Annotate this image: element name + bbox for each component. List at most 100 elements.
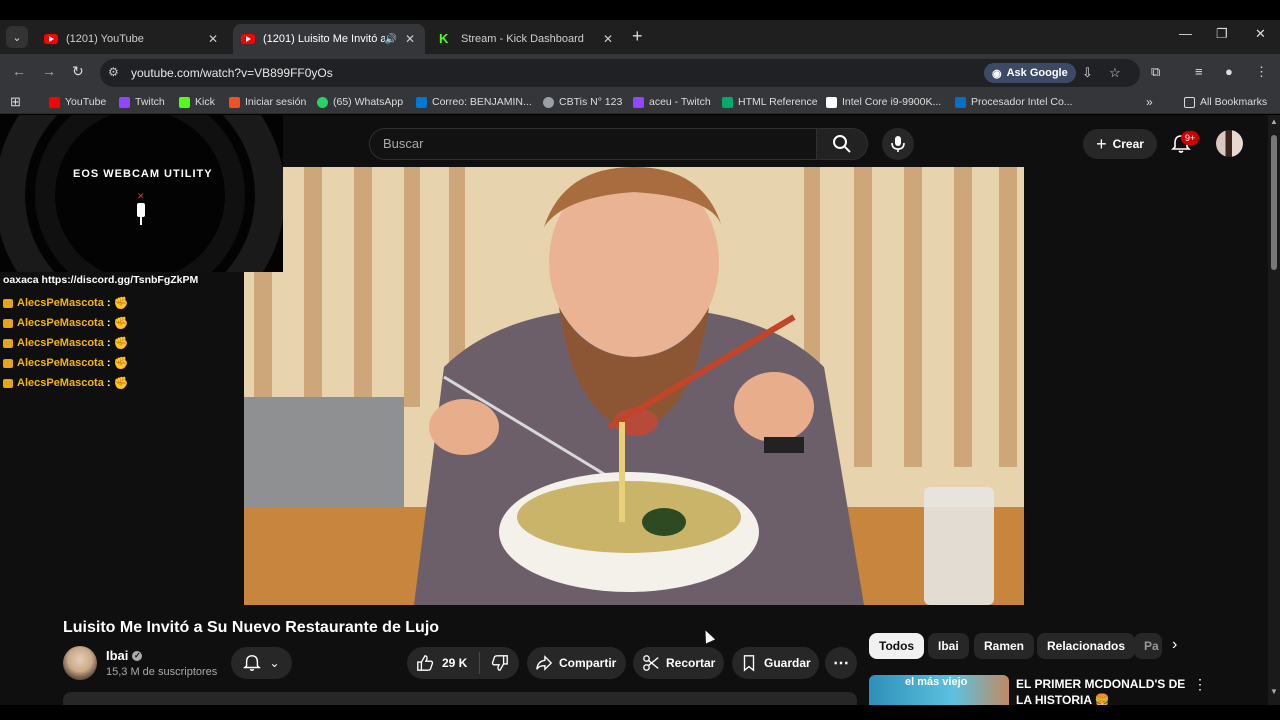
bookmark-cbtis[interactable]: CBTis N° 123 xyxy=(543,96,622,108)
share-label: Compartir xyxy=(559,656,617,670)
chip-partial[interactable]: Pa xyxy=(1134,633,1162,659)
tab-video[interactable]: (1201) Luisito Me Invitó a Su 🔊 ✕ xyxy=(233,24,425,54)
close-window-icon[interactable]: ✕ xyxy=(1255,26,1266,42)
site-info-icon[interactable]: ⚙ xyxy=(108,65,119,79)
twitch-icon xyxy=(119,96,130,108)
account-avatar[interactable] xyxy=(1216,130,1243,157)
reload-icon[interactable]: ↻ xyxy=(72,63,84,80)
bookmark-star-icon[interactable]: ☆ xyxy=(1109,65,1121,81)
webcam-overlay: EOS WEBCAM UTILITY ✕ xyxy=(0,115,283,272)
kick-badge-icon xyxy=(3,358,13,368)
close-icon[interactable]: ✕ xyxy=(206,32,220,46)
profile-icon[interactable]: ● xyxy=(1225,64,1233,79)
tab-kick-dashboard[interactable]: K Stream - Kick Dashboard ✕ xyxy=(431,24,623,54)
all-bookmarks[interactable]: All Bookmarks xyxy=(1184,96,1267,108)
bookmark-aceu-twitch[interactable]: aceu - Twitch xyxy=(633,96,711,108)
bookmark-correo[interactable]: Correo: BENJAMIN... xyxy=(416,96,532,108)
microphone-icon xyxy=(891,136,905,152)
bookmark-intel-core[interactable]: Intel Core i9-9900K... xyxy=(826,96,941,108)
more-vertical-icon[interactable]: ⋮ xyxy=(1193,676,1207,693)
search-placeholder: Buscar xyxy=(383,136,424,151)
description-box[interactable] xyxy=(63,692,857,706)
bookmark-whatsapp[interactable]: (65) WhatsApp xyxy=(317,96,403,108)
back-icon[interactable]: ← xyxy=(12,63,26,79)
apps-grid-icon[interactable]: ⊞ xyxy=(10,94,21,110)
bookmark-html-reference[interactable]: HTML Reference xyxy=(722,96,818,108)
like-button[interactable]: 29 K xyxy=(407,654,479,672)
youtube-icon xyxy=(44,34,58,44)
recommendation-thumbnail[interactable]: el más viejo xyxy=(869,675,1009,705)
bookmark-procesador-intel[interactable]: Procesador Intel Co... xyxy=(955,96,1073,108)
channel-name-link[interactable]: Ibai ✓ xyxy=(106,648,143,663)
kick-icon xyxy=(179,96,190,108)
chat-overlay: oaxaca https://discord.gg/TsnbFgZkPM Ale… xyxy=(3,273,243,393)
forward-icon[interactable]: → xyxy=(42,63,56,79)
chip-ibai[interactable]: Ibai xyxy=(928,633,969,659)
address-bar[interactable]: ⚙ youtube.com/watch?v=VB899FF0yOs ◉ Ask … xyxy=(100,59,1140,87)
scrollbar-thumb[interactable] xyxy=(1271,135,1277,270)
search-input[interactable]: Buscar xyxy=(369,128,816,160)
create-button[interactable]: + Crear xyxy=(1083,129,1157,159)
webcam-title: EOS WEBCAM UTILITY xyxy=(73,168,213,180)
bookmark-iniciar-sesion[interactable]: Iniciar sesión xyxy=(229,96,306,108)
dislike-button[interactable] xyxy=(480,654,519,672)
chip-todos[interactable]: Todos xyxy=(869,633,925,659)
channel-avatar[interactable] xyxy=(63,646,97,680)
scroll-up-icon[interactable]: ▲ xyxy=(1270,117,1278,126)
chevron-right-icon[interactable]: › xyxy=(1172,636,1177,654)
tab-title: Stream - Kick Dashboard xyxy=(461,33,584,45)
amazon-icon xyxy=(826,96,837,108)
minimize-icon[interactable]: — xyxy=(1179,26,1192,41)
share-button[interactable]: Compartir xyxy=(527,647,626,679)
bookmarks-bar: ⊞ YouTube Twitch Kick Iniciar sesión (65… xyxy=(0,92,1280,114)
kick-icon: K xyxy=(439,31,449,46)
chip-relacionados[interactable]: Relacionados xyxy=(1037,633,1136,659)
close-icon[interactable]: ✕ xyxy=(601,32,615,46)
chip-ramen[interactable]: Ramen xyxy=(974,633,1035,659)
new-tab-button[interactable]: + xyxy=(632,26,643,47)
kick-badge-icon xyxy=(3,318,13,328)
bookmark-twitch[interactable]: Twitch xyxy=(119,96,165,108)
clip-button[interactable]: Recortar xyxy=(633,647,724,679)
lens-icon: ◉ xyxy=(992,67,1002,80)
search-button[interactable] xyxy=(816,128,868,160)
speaker-icon[interactable]: 🔊 xyxy=(385,34,397,45)
url-text[interactable]: youtube.com/watch?v=VB899FF0yOs xyxy=(131,66,333,80)
voice-search-button[interactable] xyxy=(882,128,914,160)
more-bookmarks-icon[interactable]: » xyxy=(1146,95,1153,109)
menu-icon[interactable]: ⋮ xyxy=(1255,64,1268,80)
mail-icon xyxy=(416,96,427,108)
close-icon[interactable]: ✕ xyxy=(403,32,417,46)
subscription-bell-button[interactable]: ⌄ xyxy=(231,647,292,679)
tab-search-button[interactable]: ⌄ xyxy=(6,26,28,48)
scroll-down-icon[interactable]: ▼ xyxy=(1270,687,1278,696)
twitch-icon xyxy=(633,96,644,108)
plus-icon: + xyxy=(1096,133,1107,154)
video-player[interactable] xyxy=(244,167,1024,605)
intel-icon xyxy=(955,96,966,108)
ask-google-button[interactable]: ◉ Ask Google xyxy=(984,63,1076,83)
bookmark-kick[interactable]: Kick xyxy=(179,96,215,108)
page-scrollbar[interactable]: ▲ ▼ xyxy=(1268,115,1280,705)
bookmark-youtube[interactable]: YouTube xyxy=(49,96,106,108)
video-frame xyxy=(244,167,1024,605)
more-actions-button[interactable]: ⋯ xyxy=(825,647,857,679)
extensions-icon[interactable]: ⧉ xyxy=(1151,64,1160,80)
save-button[interactable]: Guardar xyxy=(732,647,819,679)
globe-icon xyxy=(543,96,554,108)
scissors-icon xyxy=(643,655,659,671)
restore-icon[interactable]: ❐ xyxy=(1216,26,1228,42)
chat-discord-line: oaxaca https://discord.gg/TsnbFgZkPM xyxy=(3,274,199,286)
notification-count-badge: 9+ xyxy=(1181,131,1200,145)
subscriber-count: 15,3 M de suscriptores xyxy=(106,666,218,678)
install-app-icon[interactable]: ⇩ xyxy=(1082,65,1093,81)
youtube-icon xyxy=(241,34,255,44)
thumbs-down-icon xyxy=(491,655,508,671)
recommendation-title[interactable]: EL PRIMER MCDONALD'S DE LA HISTORIA 🍔 xyxy=(1016,676,1191,708)
like-dislike-group: 29 K xyxy=(407,647,519,679)
folder-icon xyxy=(1184,96,1195,108)
chat-message: AlecsPeMascota: ✊ xyxy=(3,313,243,333)
media-control-icon[interactable]: ≡ xyxy=(1195,64,1203,79)
kick-badge-icon xyxy=(3,298,13,308)
tab-youtube-home[interactable]: (1201) YouTube ✕ xyxy=(36,24,228,54)
